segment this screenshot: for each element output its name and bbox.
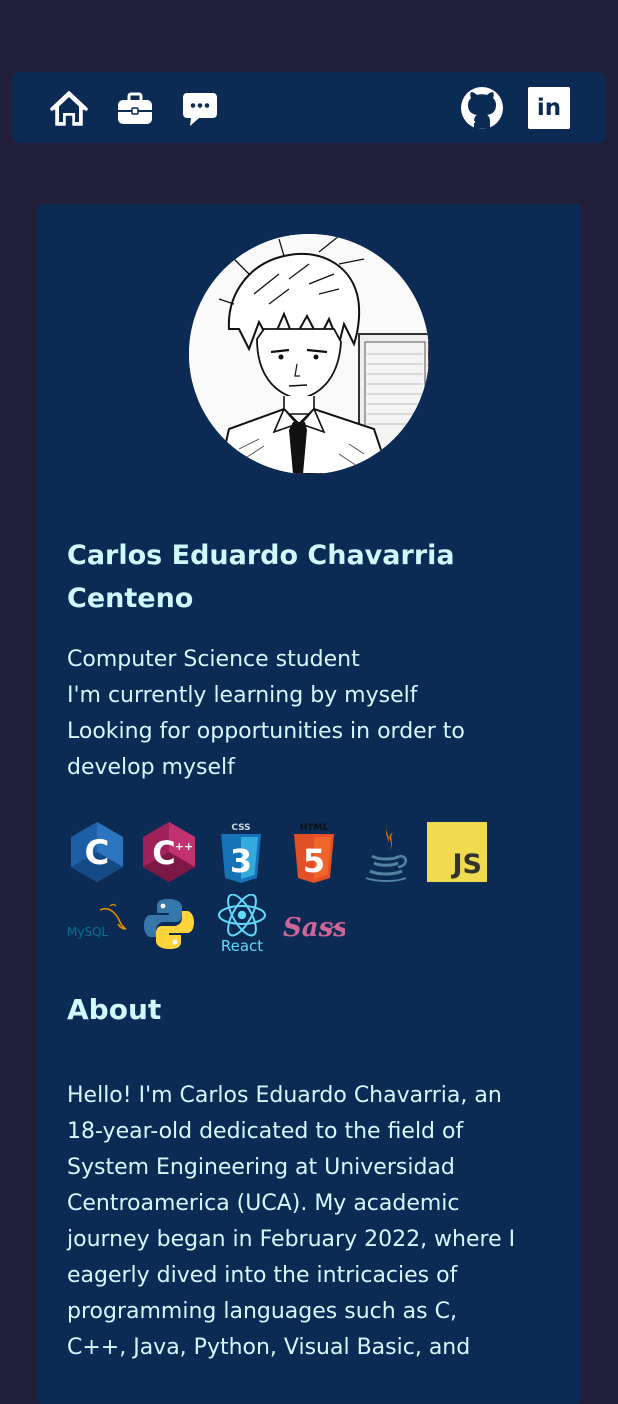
about-line: Centroamerica (UCA). My academic: [67, 1191, 460, 1216]
about-line: C++, Java, Python, Visual Basic, and: [67, 1335, 471, 1360]
javascript-label: JS: [452, 849, 483, 880]
cpp-language-icon: C ++: [143, 822, 195, 882]
about-line: programming languages such as C,: [67, 1299, 457, 1324]
mysql-icon: MySQL: [67, 903, 127, 939]
css3-number: 3: [230, 842, 252, 880]
profile-name: Carlos Eduardo Chavarria Centeno: [67, 534, 537, 620]
python-icon: [144, 899, 194, 949]
about-heading: About: [67, 993, 162, 1026]
about-line: eagerly dived into the intricacies of: [67, 1263, 458, 1288]
chat-icon[interactable]: [181, 90, 219, 128]
github-icon[interactable]: [460, 86, 504, 130]
profile-bio: Computer Science student I'm currently l…: [67, 642, 547, 786]
linkedin-icon[interactable]: in: [528, 87, 570, 129]
bio-line: develop myself: [67, 755, 235, 780]
mysql-label: MySQL: [67, 925, 109, 939]
react-icon: React: [218, 894, 266, 955]
briefcase-icon[interactable]: [116, 90, 154, 128]
avatar-illustration: [189, 234, 429, 474]
cpp-language-label: C: [152, 834, 175, 872]
profile-name-line-2: Centeno: [67, 583, 194, 614]
sass-icon: Sass: [283, 913, 345, 943]
profile-name-line-1: Carlos Eduardo Chavarria: [67, 540, 455, 571]
c-language-icon: C: [71, 822, 123, 882]
css3-label: CSS: [231, 823, 250, 833]
profile-card: Carlos Eduardo Chavarria Centeno Compute…: [37, 204, 581, 1404]
html5-icon: HTML 5: [294, 823, 334, 883]
react-label: React: [221, 937, 263, 955]
html5-number: 5: [303, 842, 325, 880]
c-language-label: C: [85, 833, 110, 873]
linkedin-icon-label: in: [536, 95, 562, 121]
about-line: Hello! I'm Carlos Eduardo Chavarria, an: [67, 1083, 502, 1108]
top-nav: in: [12, 72, 606, 143]
java-icon: [365, 824, 407, 882]
html5-label: HTML: [300, 823, 329, 833]
about-line: journey began in February 2022, where I: [67, 1227, 516, 1252]
sass-label: Sass: [283, 913, 345, 943]
bio-line: Computer Science student: [67, 647, 360, 672]
css3-icon: CSS 3: [221, 823, 261, 883]
about-line: System Engineering at Universidad: [67, 1155, 455, 1180]
javascript-icon: JS: [427, 822, 487, 882]
about-line: 18-year-old dedicated to the field of: [67, 1119, 464, 1144]
cpp-language-superscript: ++: [175, 840, 193, 853]
home-icon[interactable]: [50, 90, 88, 128]
bio-line: I'm currently learning by myself: [67, 683, 418, 708]
about-paragraph: Hello! I'm Carlos Eduardo Chavarria, an …: [67, 1078, 557, 1366]
bio-line: Looking for opportunities in order to: [67, 719, 465, 744]
profile-avatar: [189, 234, 429, 474]
